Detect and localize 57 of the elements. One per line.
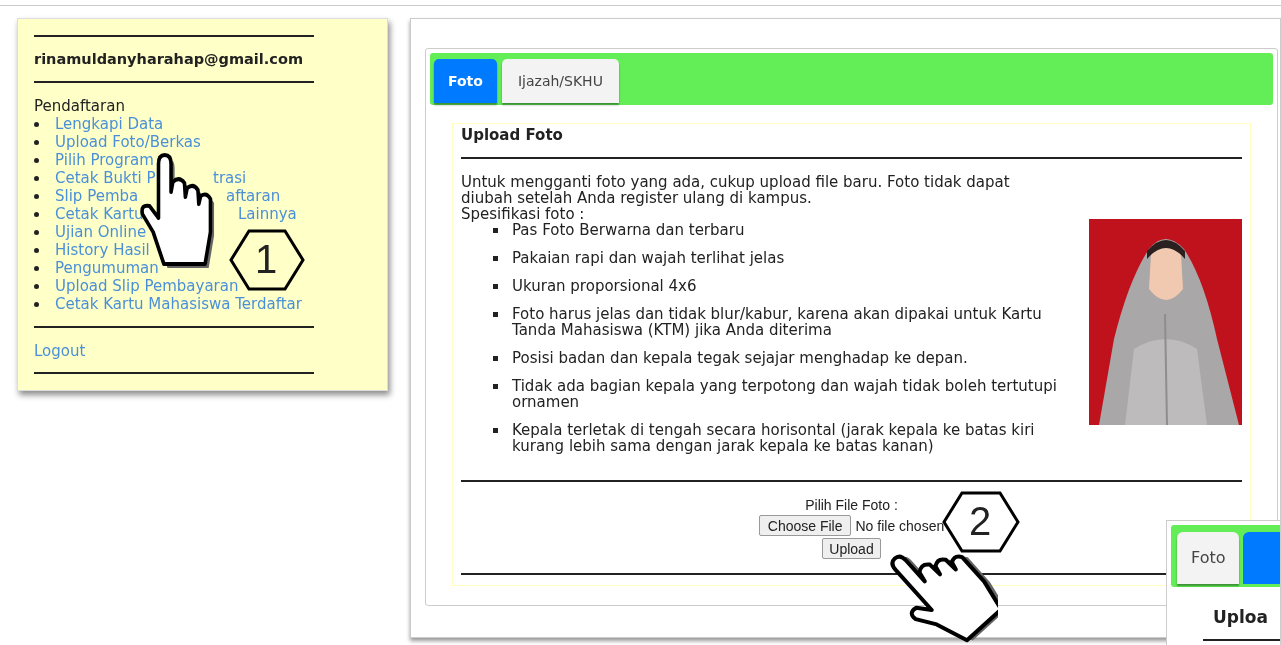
spec-item: Pakaian rapi dan wajah terlihat jelas [512,250,786,266]
menu-link[interactable]: Cetak Kartu Mahasiswa Terdaftar [55,295,302,313]
spec-item: Pas Foto Berwarna dan terbaru [512,222,746,238]
menu-link-fragment[interactable]: trasi [213,169,247,187]
bullet-icon [34,157,39,163]
menu-link-fragment[interactable]: aftaran [226,187,281,205]
bullet-icon [34,139,39,145]
menu-link-fragment[interactable]: Lainnya [238,205,297,223]
hexagon-icon [942,491,1020,553]
section-title: Uploa [1213,607,1268,627]
step-number: 1 [255,236,278,283]
account-email: rinamuldanyharahap@gmail.com [34,50,304,69]
spec-item: Posisi badan dan kepala tegak sejajar menghadap ke depan. [512,350,969,366]
choose-file-button[interactable]: Choose File [758,515,852,536]
spec-item: Foto harus jelas dan tidak blur/kabur, karena akan dipakai untuk Kartu Tanda Mahasiswa (KTM) jika Anda diterima [512,306,1043,338]
upload-button[interactable]: Upload [822,538,881,559]
section-title: Upload Foto [461,127,563,143]
file-label: Pilih File Foto : [805,497,898,513]
bullet-icon [34,247,39,253]
tab[interactable]: Foto [1177,532,1240,584]
bullet-icon [34,229,39,235]
menu-link[interactable]: Upload Slip Pembayaran [55,277,239,295]
menu-link[interactable]: Cetak Bukti P [55,169,156,187]
menu-heading: Pendaftaran [34,97,125,115]
bullet-icon [34,175,39,181]
menu-link[interactable]: Pilih Program [55,151,154,169]
bullet-icon [493,384,498,389]
menu-link[interactable]: Slip Pemba [55,187,139,205]
bullet-icon [34,193,39,199]
bullet-icon [34,301,39,307]
bullet-icon [493,428,498,433]
spec-heading: Spesifikasi foto : [461,206,585,222]
spec-item: Tidak ada bagian kepala yang terpotong dan wajah tidak boleh tertutupi ornamen [512,378,1058,410]
menu-link[interactable]: Upload Foto/Berkas [55,133,201,151]
bullet-icon [493,356,498,361]
bullet-icon [34,265,39,271]
bullet-icon [34,121,39,127]
bullet-icon [493,256,498,261]
spec-item: Ukuran proporsional 4x6 [512,278,698,294]
spec-item: Kepala terletak di tengah secara horisontal (jarak kepala ke batas kiri kurang lebih sama dengan jarak kepala ke batas kanan) [512,422,1036,454]
tab[interactable] [1243,532,1280,584]
menu-link[interactable]: Lengkapi Data [55,115,164,133]
step-number: 2 [969,498,992,545]
logout-link[interactable]: Logout [34,342,86,360]
menu-link[interactable]: History Hasil [55,241,150,259]
bullet-icon [493,312,498,317]
menu-link[interactable]: Cetak Kartu [55,205,144,223]
file-status: No file chosen [855,517,945,534]
bullet-icon [34,211,39,217]
intro-text: Untuk mengganti foto yang ada, cukup upload file baru. Foto tidak dapat diubah setelah Anda register ulang di kampus. [461,174,1011,206]
tab[interactable]: Ijazah/SKHU [501,59,619,103]
menu-link[interactable]: Ujian Online [55,223,147,241]
bullet-icon [493,228,498,233]
bullet-icon [493,284,498,289]
tab[interactable]: Foto [434,59,497,103]
menu-link[interactable]: Pengumuman [55,259,159,277]
bullet-icon [34,283,39,289]
